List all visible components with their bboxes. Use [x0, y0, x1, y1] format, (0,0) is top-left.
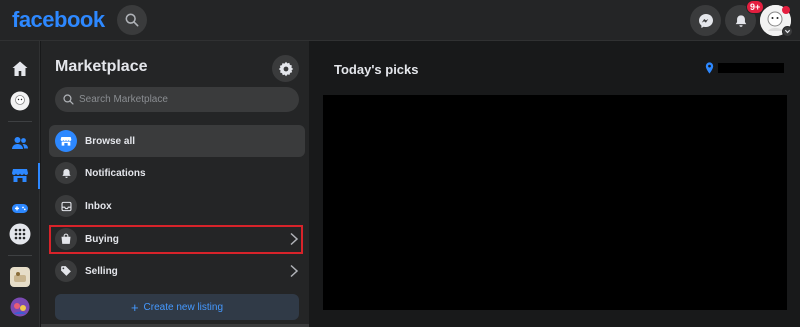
bell-icon	[61, 168, 71, 178]
inbox-icon	[60, 201, 72, 211]
messenger-icon	[698, 13, 713, 28]
search-button[interactable]	[117, 5, 147, 35]
shortcut-1[interactable]	[8, 265, 32, 289]
page-title: Today's picks	[334, 62, 419, 77]
search-icon	[63, 94, 74, 105]
tag-icon-wrap	[55, 260, 77, 282]
menu-button[interactable]	[8, 222, 32, 246]
create-listing-button[interactable]: + Create new listing	[55, 294, 299, 320]
rail-divider	[8, 255, 32, 256]
nav-notifications[interactable]: Notifications	[49, 157, 305, 189]
marketplace-sidebar: Marketplace Browse all Notificat	[41, 41, 309, 327]
create-listing-label: Create new listing	[143, 301, 224, 313]
status-dot	[782, 6, 790, 14]
profile-avatar-icon	[10, 91, 30, 111]
buying-highlight-box	[49, 225, 303, 254]
account-menu-button[interactable]	[782, 26, 793, 37]
gaming-icon	[12, 204, 28, 213]
menu-grid-icon	[9, 223, 31, 245]
redacted-location	[718, 63, 784, 73]
inbox-icon-wrap	[55, 195, 77, 217]
todays-picks-feed[interactable]	[323, 95, 787, 310]
rail-divider	[8, 121, 32, 122]
bell-icon-wrap	[55, 162, 77, 184]
marketplace-search[interactable]	[55, 87, 299, 112]
facebook-logo[interactable]: facebook	[12, 7, 105, 33]
nav-label: Browse all	[85, 135, 136, 147]
profile-shortcut[interactable]	[8, 89, 32, 113]
nav-label: Selling	[85, 265, 118, 277]
sidebar-title: Marketplace	[55, 58, 148, 75]
gaming-button[interactable]	[8, 196, 32, 220]
search-icon	[125, 13, 139, 27]
nav-label: Inbox	[85, 200, 112, 212]
top-bar: facebook 9+	[0, 0, 800, 41]
location-pin-icon	[705, 62, 714, 74]
nav-label: Notifications	[85, 167, 146, 179]
nav-selling[interactable]: Selling	[49, 255, 305, 287]
plus-icon: +	[130, 299, 139, 315]
nav-browse-all[interactable]: Browse all	[49, 125, 305, 157]
bell-icon	[735, 14, 746, 27]
search-input[interactable]	[79, 94, 279, 105]
friends-icon	[12, 137, 28, 149]
marketplace-icon	[12, 169, 28, 182]
shortcut-2[interactable]	[8, 295, 32, 319]
nav-inbox[interactable]: Inbox	[49, 190, 305, 222]
home-button[interactable]	[8, 57, 32, 81]
marketplace-button[interactable]	[8, 163, 32, 187]
settings-button[interactable]	[272, 55, 299, 82]
shortcut-avatar-2	[10, 297, 30, 317]
friends-button[interactable]	[8, 131, 32, 155]
home-icon	[12, 61, 28, 76]
left-nav-rail	[0, 41, 40, 327]
chevron-down-icon	[784, 29, 791, 34]
messenger-button[interactable]	[690, 5, 721, 36]
chevron-right-icon	[290, 264, 299, 278]
tag-icon	[61, 266, 71, 276]
shortcut-avatar-1	[10, 267, 30, 287]
storefront-icon-wrap	[55, 130, 77, 152]
active-indicator	[38, 163, 40, 189]
location-selector[interactable]	[705, 62, 784, 74]
storefront-icon	[60, 137, 72, 146]
gear-icon	[278, 61, 293, 76]
